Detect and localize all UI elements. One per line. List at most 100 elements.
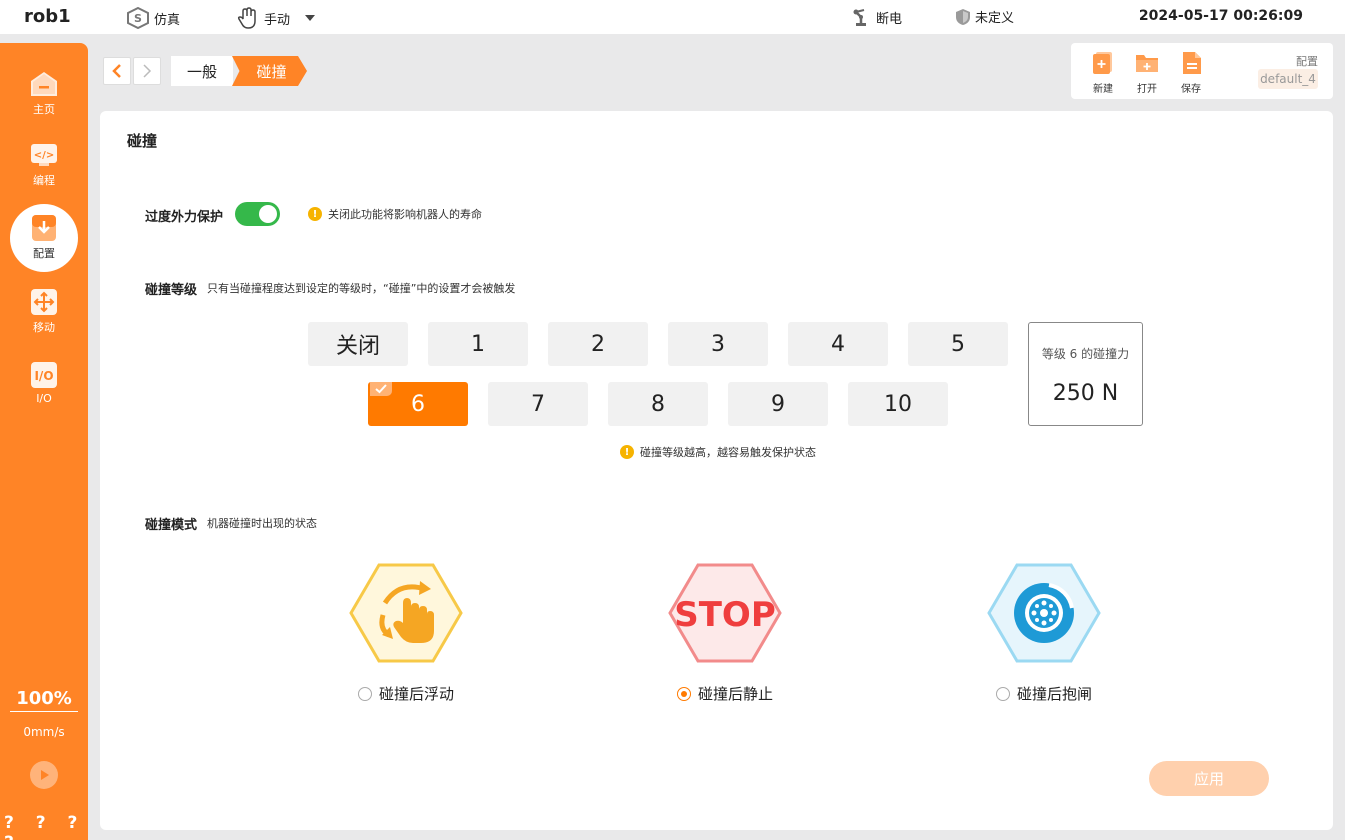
level-hint: ! 碰撞等级越高，越容易触发保护状态: [620, 444, 816, 460]
save-file-icon: [1183, 52, 1201, 74]
svg-text:</>: </>: [34, 150, 54, 161]
datetime: 2024-05-17 00:26:09: [1138, 8, 1303, 24]
code-icon: </>: [30, 142, 58, 168]
mode-description: 机器碰撞时出现的状态: [207, 517, 317, 530]
level-option-4[interactable]: 4: [788, 322, 888, 366]
mode-option-stop[interactable]: STOP 碰撞后静止: [665, 563, 785, 704]
play-button[interactable]: [30, 761, 58, 789]
safety-label: 未定义: [975, 11, 1015, 26]
breadcrumb-collision[interactable]: 碰撞: [232, 56, 307, 86]
robot-arm-icon: [853, 9, 866, 26]
float-icon: [349, 563, 463, 663]
brake-icon: [987, 563, 1101, 663]
save-label: 保存: [1181, 84, 1201, 95]
sidebar-item-io[interactable]: I/O I/O: [10, 349, 78, 417]
top-bar: rob1 S 仿真 手动 断电 未定义 2024-05-17 00:26:09: [0, 0, 1345, 34]
chevron-right-icon: [143, 64, 152, 78]
svg-text:STOP: STOP: [674, 595, 776, 635]
sidebar: 主页 </> 编程 配置 移动 I/O I/O 100% 0mm/s ? ? ?…: [0, 43, 88, 840]
file-toolbar: 新建 打开 保存 配置 default_4: [1071, 43, 1333, 99]
protection-toggle[interactable]: [235, 202, 280, 226]
level-hint-text: 碰撞等级越高，越容易触发保护状态: [640, 446, 816, 459]
breadcrumb-general[interactable]: 一般: [171, 56, 233, 86]
sidebar-item-label: 配置: [33, 247, 55, 260]
protection-warning: ! 关闭此功能将影响机器人的寿命: [308, 206, 482, 222]
force-readout: 等级 6 的碰撞力 250 N: [1028, 322, 1143, 426]
chevron-left-icon: [112, 64, 121, 78]
sidebar-item-label: I/O: [36, 391, 52, 405]
folder-open-icon: [1136, 55, 1158, 72]
config-icon: [30, 215, 58, 241]
page-title: 碰撞: [127, 132, 158, 150]
sidebar-item-label: 编程: [33, 174, 55, 187]
force-label: 等级 6 的碰撞力: [1041, 347, 1130, 361]
force-value: 250 N: [1052, 381, 1119, 406]
config-name[interactable]: default_4: [1258, 69, 1318, 89]
mode-label: 碰撞模式: [145, 518, 198, 533]
history-nav: [103, 57, 163, 85]
safety-status[interactable]: 未定义: [955, 7, 1014, 26]
hand-icon: [237, 7, 256, 29]
mode-option-brake[interactable]: 碰撞后抱闸: [984, 563, 1104, 704]
new-button[interactable]: 新建: [1085, 51, 1121, 95]
apply-button[interactable]: 应用: [1149, 761, 1269, 796]
level-description: 只有当碰撞程度达到设定的等级时，“碰撞”中的设置才会被触发: [207, 282, 516, 295]
protection-label: 过度外力保护: [145, 210, 224, 225]
robot-name[interactable]: rob1: [24, 6, 71, 27]
radio-brake[interactable]: [995, 686, 1010, 701]
radio-float[interactable]: [357, 686, 372, 701]
svg-text:S: S: [134, 12, 142, 25]
protection-warning-text: 关闭此功能将影响机器人的寿命: [328, 208, 482, 221]
mode-option-label: 碰撞后静止: [697, 685, 773, 703]
stop-icon: STOP: [668, 563, 782, 663]
svg-text:I/O: I/O: [34, 369, 53, 383]
save-button[interactable]: 保存: [1173, 51, 1209, 95]
chevron-down-icon: [305, 15, 316, 21]
mode-option-float[interactable]: 碰撞后浮动: [346, 563, 466, 704]
sidebar-item-move[interactable]: 移动: [10, 278, 78, 346]
level-option-1[interactable]: 1: [428, 322, 528, 366]
collision-panel: 碰撞 过度外力保护 ! 关闭此功能将影响机器人的寿命 碰撞等级 只有当碰撞程度达…: [100, 111, 1333, 830]
control-mode-label: 手动: [264, 12, 291, 28]
play-icon: [41, 770, 49, 780]
mode-option-label: 碰撞后浮动: [378, 685, 454, 703]
new-file-icon: [1093, 52, 1112, 74]
warning-icon: !: [308, 207, 322, 221]
io-icon: I/O: [30, 361, 58, 388]
mode-indicator[interactable]: S 仿真: [126, 7, 180, 29]
level-option-10[interactable]: 10: [848, 382, 948, 426]
shield-icon: [956, 8, 970, 25]
open-button[interactable]: 打开: [1129, 51, 1165, 95]
level-option-off[interactable]: 关闭: [308, 322, 408, 366]
back-button[interactable]: [103, 57, 131, 85]
move-icon: [30, 289, 58, 315]
mode-label: 仿真: [154, 12, 181, 28]
level-option-2[interactable]: 2: [548, 322, 648, 366]
level-option-7[interactable]: 7: [488, 382, 588, 426]
sidebar-item-label: 主页: [33, 103, 55, 116]
config-label: 配置: [1296, 55, 1318, 68]
forward-button[interactable]: [133, 57, 161, 85]
sidebar-item-label: 移动: [33, 321, 55, 334]
sidebar-item-program[interactable]: </> 编程: [10, 131, 78, 199]
control-mode-dropdown[interactable]: 手动: [236, 7, 324, 29]
level-option-6[interactable]: 6: [368, 382, 468, 426]
sidebar-item-config[interactable]: 配置: [10, 204, 78, 272]
warning-icon: !: [620, 445, 634, 459]
radio-stop[interactable]: [676, 686, 691, 701]
sidebar-item-home[interactable]: 主页: [10, 60, 78, 128]
level-option-3[interactable]: 3: [668, 322, 768, 366]
level-option-5[interactable]: 5: [908, 322, 1008, 366]
speed-percent[interactable]: 100%: [10, 688, 78, 712]
power-label: 断电: [876, 11, 903, 27]
level-option-8[interactable]: 8: [608, 382, 708, 426]
check-icon: [370, 382, 392, 396]
level-option-label: 6: [411, 391, 425, 417]
speed-value: 0mm/s: [23, 725, 65, 739]
simulation-icon: S: [127, 7, 149, 29]
power-status[interactable]: 断电: [852, 7, 902, 27]
mode-option-label: 碰撞后抱闸: [1016, 685, 1092, 703]
new-label: 新建: [1093, 84, 1113, 95]
level-option-9[interactable]: 9: [728, 382, 828, 426]
sidebar-footer: ? ? ? ?: [4, 813, 86, 840]
